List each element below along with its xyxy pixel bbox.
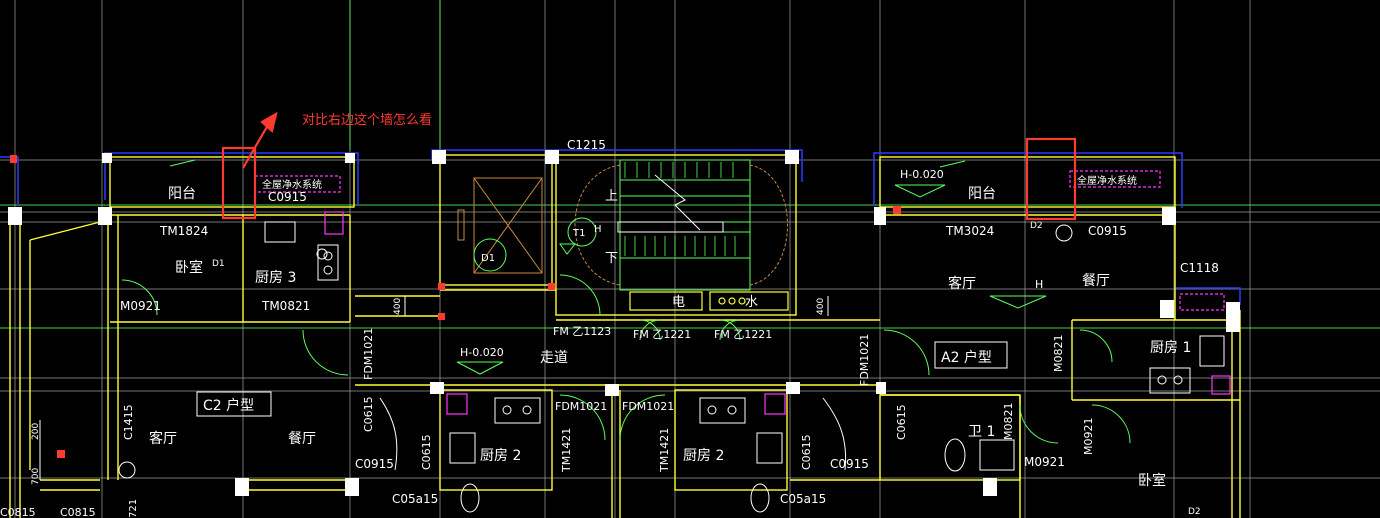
room-label-kitchen3: 厨房 3: [255, 270, 296, 286]
d2-label: D2: [1030, 221, 1043, 231]
room-label-kitchen1: 厨房 1: [1150, 340, 1191, 356]
room-label-bedroom-right: 卧室: [1138, 472, 1166, 489]
elevator-d1-label: D1: [481, 253, 495, 264]
window-label-c1118: C1118: [1180, 261, 1219, 275]
room-label-bath1: 卫 1: [968, 424, 995, 440]
shaft-water-label: 水: [745, 295, 758, 310]
door-label-fm1221-a: FM 乙1221: [633, 328, 691, 341]
door-label-fm1123: FM 乙1123: [553, 325, 611, 338]
door-label-fm1221-b: FM 乙1221: [714, 328, 772, 341]
door-label-m0821-b: M0821: [1002, 403, 1015, 441]
corridor-label: 走道: [540, 350, 568, 366]
window-label-c0915-c: C0915: [830, 457, 869, 471]
room-label-kitchen2-left: 厨房 2: [480, 448, 521, 464]
dim-200: 200: [31, 423, 41, 440]
cad-drawing-canvas[interactable]: 对比右边这个墙怎么看 C1215 阳台 全屋净水系统 C0915 TM1824 …: [0, 0, 1380, 518]
level-label-corridor: H-0.020: [460, 346, 504, 359]
dim-400-left: 400: [393, 298, 403, 315]
door-label-m0921-left: M0921: [120, 299, 161, 313]
annotation-note: 对比右边这个墙怎么看: [302, 112, 432, 128]
door-label-fdm1021-right: FDM1021: [858, 334, 871, 386]
window-label-c0815-a: C0815: [0, 506, 36, 518]
door-label-m0921-b: M0921: [1024, 455, 1065, 469]
stair-up-label: 上: [605, 189, 618, 204]
door-label-tm1421-a: TM1421: [560, 428, 573, 473]
window-label-c05a15-a: C05a15: [392, 492, 438, 506]
window-label-c0615-d: C0615: [895, 404, 908, 440]
unit-label-c2: C2 户型: [203, 397, 254, 414]
dim-400-right: 400: [816, 298, 826, 315]
room-label-dining-left: 餐厅: [288, 431, 316, 447]
room-label-kitchen2-right: 厨房 2: [683, 448, 724, 464]
room-label-living-left: 客厅: [149, 430, 177, 447]
door-label-tm1421-b: TM1421: [658, 428, 671, 473]
door-label-fdm1021-left: FDM1021: [362, 328, 375, 380]
room-label-balcony-right: 阳台: [968, 186, 996, 202]
room-label-dining-right: 餐厅: [1082, 273, 1110, 289]
window-label-c05a15-b: C05a15: [780, 492, 826, 506]
room-label-bedroom-left: 卧室: [175, 259, 203, 276]
window-label-c0815-b: C0815: [60, 506, 96, 518]
level-h-living: H: [1035, 278, 1043, 291]
window-label-c1215: C1215: [567, 138, 606, 152]
room-label-living-right: 客厅: [948, 275, 976, 292]
unit-label-a2: A2 户型: [941, 349, 992, 366]
shaft-electric-label: 电: [672, 295, 685, 310]
door-label-m0921-c: M0921: [1082, 418, 1095, 456]
window-label-c1415: C1415: [122, 404, 135, 440]
water-system-label-right: 全屋净水系统: [1077, 174, 1137, 187]
door-label-tm1824: TM1824: [159, 224, 208, 238]
level-label-right: H-0.020: [900, 168, 944, 181]
window-label-c0615-b: C0615: [420, 434, 433, 470]
label-721: 721: [128, 499, 139, 518]
d2-label-bottom: D2: [1188, 507, 1201, 517]
dim-700: 700: [31, 468, 41, 485]
door-label-fdm1021-d: FDM1021: [622, 400, 674, 413]
window-label-c0615-a: C0615: [362, 396, 375, 432]
window-label-c0615-c: C0615: [800, 434, 813, 470]
stair-h-label: H: [594, 224, 602, 235]
door-label-m0821-a: M0821: [1052, 335, 1065, 373]
room-label-balcony-left: 阳台: [168, 186, 196, 202]
t1-label: T1: [572, 228, 585, 239]
stair-down-label: 下: [605, 251, 618, 266]
d1-label-left: D1: [212, 259, 225, 269]
window-label-c0915-left: C0915: [268, 190, 307, 204]
door-label-tm0821: TM0821: [261, 299, 310, 313]
door-label-fdm1021-c: FDM1021: [555, 400, 607, 413]
window-label-c0915-b: C0915: [355, 457, 394, 471]
door-label-tm3024: TM3024: [945, 224, 994, 238]
window-label-c0915-right: C0915: [1088, 224, 1127, 238]
